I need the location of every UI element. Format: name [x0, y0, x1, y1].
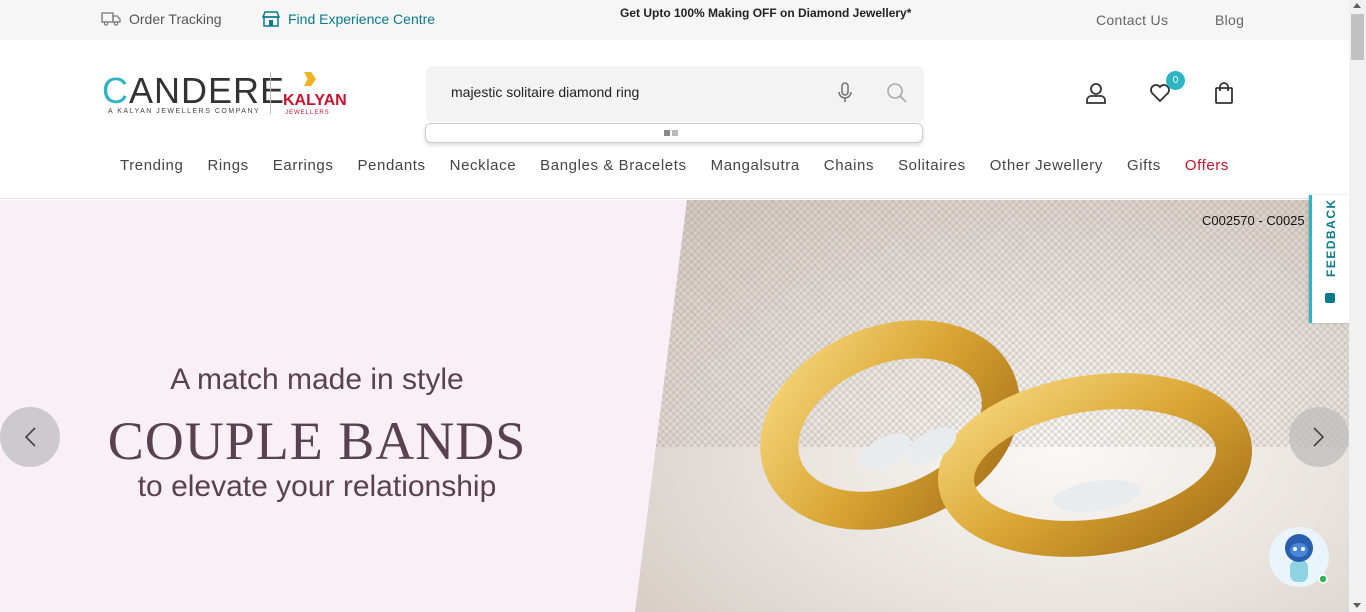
feedback-label: FEEDBACK: [1324, 198, 1338, 277]
kalyan-mark-icon: [304, 72, 316, 86]
store-icon: [262, 11, 280, 27]
nav-item-necklace[interactable]: Necklace: [438, 157, 529, 174]
feedback-tab[interactable]: FEEDBACK: [1309, 195, 1349, 323]
chevron-left-icon: [24, 427, 36, 447]
user-icon[interactable]: [1085, 82, 1107, 104]
product-code-label: C002570 - C0025: [1202, 213, 1305, 228]
top-bar: Order Tracking Find Experience Centre Ge…: [0, 0, 1349, 40]
chatbot-avatar-icon[interactable]: [1268, 526, 1330, 588]
nav-item-other-jewellery[interactable]: Other Jewellery: [978, 157, 1115, 174]
nav-item-chains[interactable]: Chains: [812, 157, 886, 174]
carousel-next-button[interactable]: [1289, 407, 1349, 467]
hero-title: COUPLE BANDS: [107, 411, 527, 471]
kalyan-logo-subtext: JEWELLERS: [285, 110, 330, 116]
order-tracking-label: Order Tracking: [129, 11, 222, 27]
carousel-prev-button[interactable]: [0, 407, 60, 467]
hero-tagline: A match made in style: [170, 363, 464, 396]
hero-banner[interactable]: C002570 - C0025 A match made in style CO…: [0, 200, 1349, 612]
logo-wordmark: CANDERE: [102, 70, 286, 111]
loading-indicator: [664, 130, 678, 136]
nav-item-trending[interactable]: Trending: [108, 157, 195, 174]
logo-tagline: A KALYAN JEWELLERS COMPANY: [108, 108, 261, 115]
nav-item-gifts[interactable]: Gifts: [1115, 157, 1173, 174]
nav-item-rings[interactable]: Rings: [195, 157, 260, 174]
order-tracking-link[interactable]: Order Tracking: [101, 11, 222, 27]
nav-item-offers[interactable]: Offers: [1173, 157, 1241, 174]
wishlist-count-badge: 0: [1166, 71, 1185, 90]
promo-banner-text[interactable]: Get Upto 100% Making OFF on Diamond Jewe…: [620, 6, 911, 20]
logo-divider: [270, 72, 271, 114]
site-header: CANDERE A KALYAN JEWELLERS COMPANY KALYA…: [0, 40, 1349, 199]
search-icon[interactable]: [886, 82, 908, 104]
search-suggestions-dropdown[interactable]: [425, 123, 923, 143]
contact-us-link[interactable]: Contact Us: [1096, 12, 1168, 28]
find-experience-centre-link[interactable]: Find Experience Centre: [262, 11, 435, 27]
find-experience-label: Find Experience Centre: [288, 11, 436, 27]
nav-item-mangalsutra[interactable]: Mangalsutra: [699, 157, 812, 174]
main-nav: Trending Rings Earrings Pendants Necklac…: [0, 157, 1349, 174]
page-scrollbar[interactable]: [1349, 0, 1366, 612]
scroll-down-arrow-icon[interactable]: [1353, 603, 1361, 608]
nav-item-pendants[interactable]: Pendants: [345, 157, 437, 174]
search-box: [426, 66, 924, 122]
chevron-right-icon: [1313, 427, 1325, 447]
candere-logo[interactable]: CANDERE A KALYAN JEWELLERS COMPANY KALYA…: [102, 68, 347, 120]
bag-icon[interactable]: [1213, 82, 1235, 104]
microphone-icon[interactable]: [836, 82, 854, 104]
nav-item-earrings[interactable]: Earrings: [261, 157, 346, 174]
truck-icon: [101, 12, 121, 26]
couple-bands-photo: [635, 200, 1349, 612]
feedback-icon: [1325, 293, 1335, 303]
scroll-up-arrow-icon[interactable]: [1353, 3, 1361, 8]
nav-item-bangles-bracelets[interactable]: Bangles & Bracelets: [528, 157, 698, 174]
gold-rings-image: [760, 320, 1252, 557]
nav-item-solitaires[interactable]: Solitaires: [886, 157, 978, 174]
scrollbar-thumb[interactable]: [1351, 14, 1364, 60]
blog-link[interactable]: Blog: [1215, 12, 1244, 28]
hero-subtitle: to elevate your relationship: [137, 470, 497, 503]
search-input[interactable]: [451, 84, 831, 100]
kalyan-logo-text: KALYAN: [283, 92, 347, 109]
